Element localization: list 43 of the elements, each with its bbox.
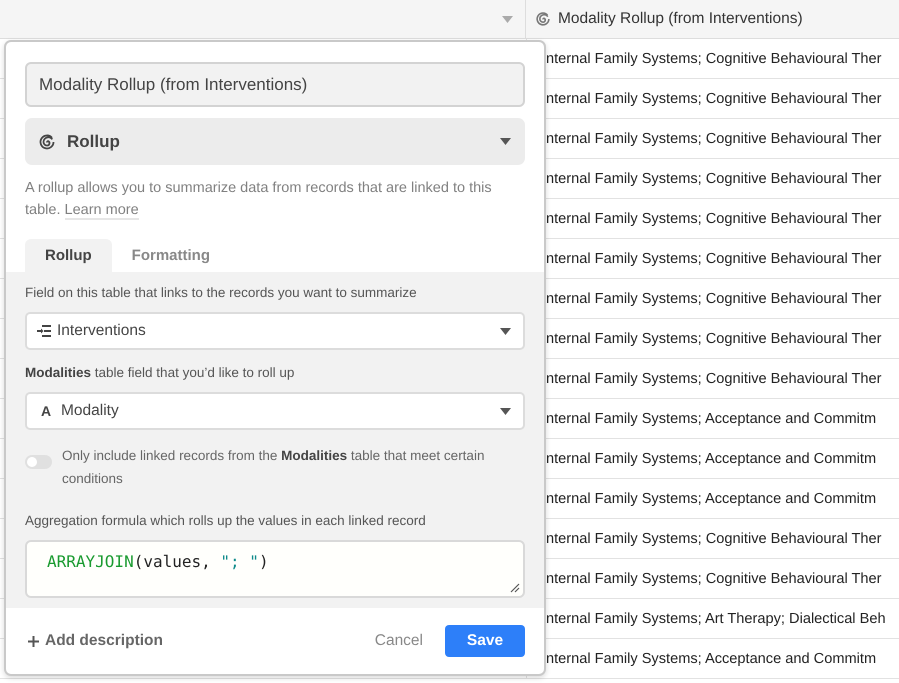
field-type-select[interactable]: Rollup — [25, 118, 525, 165]
description-text: A rollup allows you to summarize data from records that are linked to this table. Learn more — [25, 179, 493, 221]
tab[interactable]: Formatting — [112, 239, 230, 272]
save-button[interactable]: Save — [445, 625, 525, 657]
learn-more-link[interactable]: Learn more — [64, 202, 139, 220]
table-cell: nternal Family Systems; Art Therapy; Dialectical Beh — [546, 610, 886, 626]
field-label: Aggregation formula which rolls up the values in each linked record — [25, 512, 427, 530]
conditions-text: Only include linked records from the Modalities table that meet certain conditions — [62, 447, 486, 488]
table-cell: nternal Family Systems; Cognitive Behavioural Ther — [546, 50, 882, 66]
table-cell: nternal Family Systems; Cognitive Behavioural Ther — [546, 90, 882, 106]
column-header[interactable]: Modality Rollup (from Interventions) — [558, 10, 803, 28]
caret-icon — [502, 16, 513, 22]
add-description-button[interactable]: Add description — [28, 632, 353, 650]
table-cell: nternal Family Systems; Acceptance and Commitm — [546, 410, 876, 426]
table-cell: nternal Family Systems; Cognitive Behavioural Ther — [546, 130, 882, 146]
rollup-icon — [534, 10, 552, 28]
rollup-field-select[interactable]: A Modality — [25, 392, 525, 430]
table-cell: nternal Family Systems; Acceptance and Commitm — [546, 490, 876, 506]
field-label: Modalities table field that you’d like to roll up — [25, 364, 296, 382]
field-name-input[interactable]: Modality Rollup (from Interventions) — [25, 62, 525, 107]
field-label: Field on this table that links to the records you want to summarize — [25, 284, 418, 302]
conditions-toggle[interactable] — [25, 455, 52, 469]
table-cell: nternal Family Systems; Cognitive Behavioural Ther — [546, 290, 882, 306]
link-list-icon — [37, 325, 51, 337]
table-cell: nternal Family Systems; Cognitive Behavioural Ther — [546, 330, 882, 346]
table-cell: nternal Family Systems; Acceptance and Commitm — [546, 450, 876, 466]
table-cell: nternal Family Systems; Cognitive Behavioural Ther — [546, 530, 882, 546]
table-cell: nternal Family Systems; Cognitive Behavioural Ther — [546, 370, 882, 386]
table-cell: nternal Family Systems; Cognitive Behavioural Ther — [546, 210, 882, 226]
plus-icon — [28, 636, 39, 646]
formula-field[interactable]: ARRAYJOIN(values, "; ") — [25, 540, 525, 598]
resize-grip-icon[interactable] — [510, 583, 520, 593]
linked-field-select[interactable]: Interventions — [25, 312, 525, 350]
table-cell: nternal Family Systems; Cognitive Behavioural Ther — [546, 250, 882, 266]
rollup-icon — [37, 132, 57, 152]
caret-icon — [500, 328, 511, 334]
table-cell: nternal Family Systems; Cognitive Behavioural Ther — [546, 170, 882, 186]
table-cell: nternal Family Systems; Acceptance and Commitm — [546, 650, 876, 666]
caret-icon — [500, 408, 511, 414]
table-cell: nternal Family Systems; Cognitive Behavioural Ther — [546, 570, 882, 586]
tab[interactable]: Rollup — [25, 239, 112, 272]
cancel-button[interactable]: Cancel — [360, 624, 437, 658]
caret-icon — [500, 138, 511, 145]
